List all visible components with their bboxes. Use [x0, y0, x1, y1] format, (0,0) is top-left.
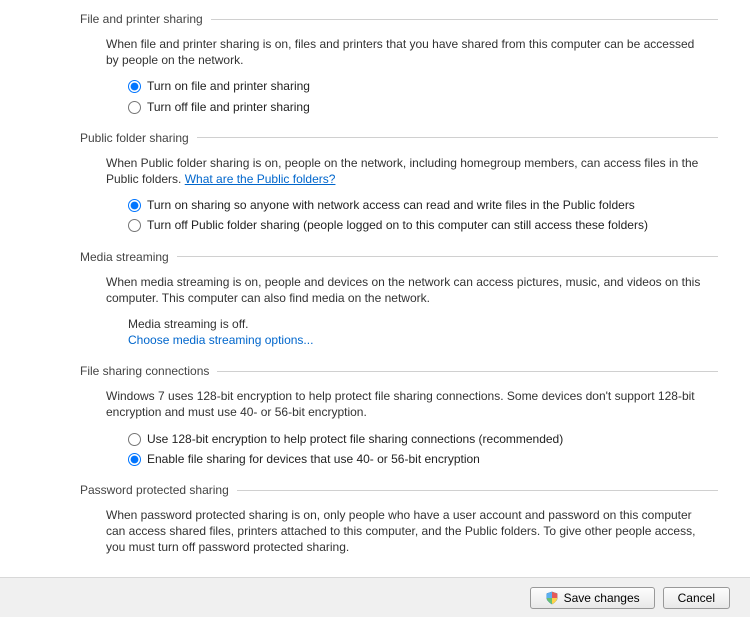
section-password-sharing: Password protected sharing When password… [0, 483, 750, 556]
button-bar: Save changes Cancel [0, 577, 750, 617]
radio-file-printer-off[interactable] [128, 101, 141, 114]
file-conn-radio-group: Use 128-bit encryption to help protect f… [128, 431, 702, 467]
section-file-printer: File and printer sharing When file and p… [0, 12, 750, 115]
section-title: File and printer sharing [80, 12, 211, 26]
section-title: Media streaming [80, 250, 177, 264]
file-printer-description: When file and printer sharing is on, fil… [106, 36, 702, 68]
radio-file-printer-on[interactable] [128, 80, 141, 93]
divider [197, 137, 718, 138]
media-info-block: Media streaming is off. Choose media str… [128, 316, 702, 348]
section-public-folder: Public folder sharing When Public folder… [0, 131, 750, 234]
settings-content: File and printer sharing When file and p… [0, 0, 750, 577]
label-file-printer-off[interactable]: Turn off file and printer sharing [147, 99, 310, 115]
section-file-connections: File sharing connections Windows 7 uses … [0, 364, 750, 467]
section-header: Password protected sharing [80, 483, 718, 497]
media-status: Media streaming is off. [128, 316, 702, 332]
section-header: File and printer sharing [80, 12, 718, 26]
media-options-link[interactable]: Choose media streaming options... [128, 333, 313, 347]
radio-encryption-40[interactable] [128, 453, 141, 466]
label-public-folder-off[interactable]: Turn off Public folder sharing (people l… [147, 217, 648, 233]
file-conn-description: Windows 7 uses 128-bit encryption to hel… [106, 388, 702, 420]
radio-encryption-128[interactable] [128, 433, 141, 446]
divider [211, 19, 718, 20]
label-file-printer-on[interactable]: Turn on file and printer sharing [147, 78, 310, 94]
media-description: When media streaming is on, people and d… [106, 274, 702, 306]
radio-public-folder-off[interactable] [128, 219, 141, 232]
section-title: File sharing connections [80, 364, 217, 378]
public-folder-radio-group: Turn on sharing so anyone with network a… [128, 197, 702, 233]
save-changes-button[interactable]: Save changes [530, 587, 655, 609]
public-folder-description: When Public folder sharing is on, people… [106, 155, 702, 187]
divider [217, 371, 718, 372]
cancel-button[interactable]: Cancel [663, 587, 730, 609]
label-encryption-128[interactable]: Use 128-bit encryption to help protect f… [147, 431, 563, 447]
file-printer-radio-group: Turn on file and printer sharing Turn of… [128, 78, 702, 114]
divider [177, 256, 718, 257]
section-header: File sharing connections [80, 364, 718, 378]
public-folders-link[interactable]: What are the Public folders? [185, 172, 336, 186]
label-public-folder-on[interactable]: Turn on sharing so anyone with network a… [147, 197, 635, 213]
section-title: Password protected sharing [80, 483, 237, 497]
section-header: Public folder sharing [80, 131, 718, 145]
divider [237, 490, 718, 491]
label-encryption-40[interactable]: Enable file sharing for devices that use… [147, 451, 480, 467]
radio-public-folder-on[interactable] [128, 199, 141, 212]
section-header: Media streaming [80, 250, 718, 264]
section-title: Public folder sharing [80, 131, 197, 145]
section-media-streaming: Media streaming When media streaming is … [0, 250, 750, 349]
save-button-label: Save changes [564, 591, 640, 605]
password-description: When password protected sharing is on, o… [106, 507, 702, 556]
cancel-button-label: Cancel [678, 591, 715, 605]
shield-icon [545, 591, 559, 605]
